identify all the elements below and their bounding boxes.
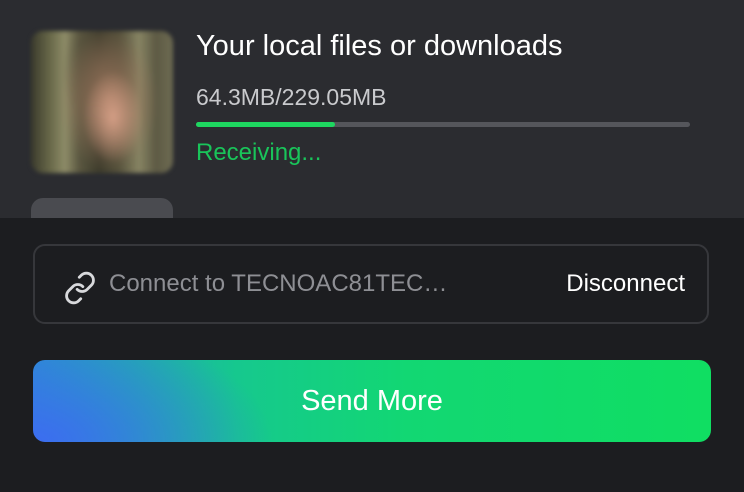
bottom-panel: Connect to TECNOAC81TECN… Disconnect Sen… <box>0 218 744 492</box>
transfer-title: Your local files or downloads <box>196 30 563 62</box>
file-thumbnail[interactable] <box>31 31 173 173</box>
transfer-list: Your local files or downloads 64.3MB/229… <box>0 0 744 238</box>
transfer-progress-fill <box>196 122 335 127</box>
connection-bar: Connect to TECNOAC81TECN… Disconnect <box>33 244 709 324</box>
send-more-button[interactable]: Send More <box>33 360 711 442</box>
transfer-size: 64.3MB/229.05MB <box>196 84 387 110</box>
transfer-status: Receiving... <box>196 139 322 166</box>
send-more-label: Send More <box>301 384 443 417</box>
connection-device-text: Connect to TECNOAC81TECN… <box>109 270 449 297</box>
disconnect-button[interactable]: Disconnect <box>566 270 685 298</box>
transfer-progress-bar <box>196 122 690 127</box>
transfer-screen: Your local files or downloads 64.3MB/229… <box>0 0 744 492</box>
link-icon <box>65 271 95 305</box>
